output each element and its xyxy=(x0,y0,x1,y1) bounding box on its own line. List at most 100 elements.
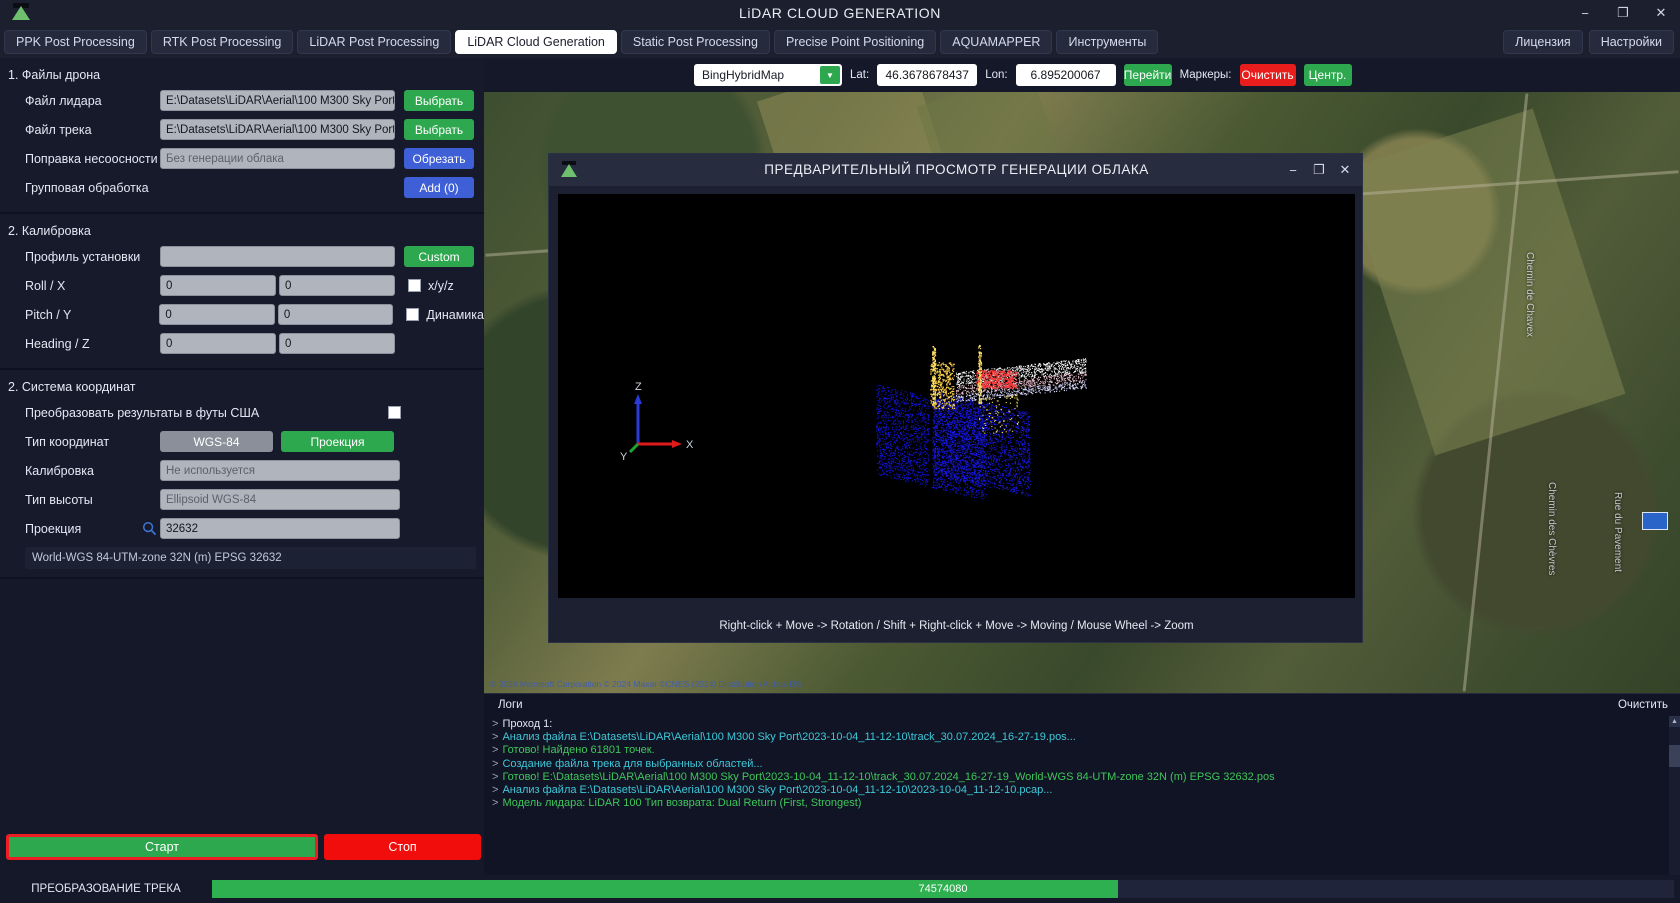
boresight-label: Поправка несоосности xyxy=(8,152,160,166)
license-button[interactable]: Лицензия xyxy=(1503,30,1583,54)
xyz-checkbox-label: x/y/z xyxy=(428,279,454,293)
pitch-y-input-a[interactable]: 0 xyxy=(159,304,275,325)
tab-lidar-post-processing[interactable]: LiDAR Post Processing xyxy=(297,30,451,54)
section-calibration: 2. Калибровка Профиль установки Custom R… xyxy=(0,214,484,370)
lidar-file-input[interactable]: E:\Datasets\LiDAR\Aerial\100 M300 Sky Po… xyxy=(160,90,395,111)
axis-gizmo: Z X Y xyxy=(620,381,694,463)
map-badge-icon[interactable] xyxy=(1642,512,1668,530)
window-controls: − ❐ ✕ xyxy=(1566,0,1680,26)
axis-y-label: Y xyxy=(620,451,628,463)
log-line: >Готово! Найдено 61801 точек. xyxy=(489,744,1680,757)
window-title: LiDAR CLOUD GENERATION xyxy=(0,0,1680,26)
logs-scrollbar[interactable]: ▲ xyxy=(1669,716,1680,876)
lat-input[interactable]: 46.3678678437 xyxy=(877,64,977,86)
log-bullet: > xyxy=(492,758,498,770)
chevron-up-icon[interactable]: ▲ xyxy=(1669,716,1680,727)
chevron-down-icon[interactable]: ▼ xyxy=(820,66,840,84)
install-profile-label: Профиль установки xyxy=(8,250,160,264)
heading-z-input-b[interactable]: 0 xyxy=(279,333,395,354)
log-bullet: > xyxy=(492,771,498,783)
start-button[interactable]: Старт xyxy=(6,834,318,860)
logs-clear-button[interactable]: Очистить xyxy=(1618,699,1668,711)
lidar-file-browse-button[interactable]: Выбрать xyxy=(404,90,474,111)
log-text: Проход 1: xyxy=(502,718,552,730)
roll-x-input-b[interactable]: 0 xyxy=(279,275,395,296)
height-type-input[interactable]: Ellipsoid WGS-84 xyxy=(160,489,400,510)
log-bullet: > xyxy=(492,784,498,796)
track-file-input[interactable]: E:\Datasets\LiDAR\Aerial\100 M300 Sky Po… xyxy=(160,119,395,140)
boresight-input[interactable]: Без генерации облака xyxy=(160,148,395,169)
tab-static-post-processing[interactable]: Static Post Processing xyxy=(621,30,770,54)
row-coord-type: Тип координат WGS-84 Проекция xyxy=(0,429,484,454)
dialog-minimize-icon[interactable]: − xyxy=(1280,157,1306,183)
street-label-3: Rue du Pavement xyxy=(1612,492,1623,572)
us-feet-checkbox[interactable] xyxy=(388,406,401,419)
maximize-icon[interactable]: ❐ xyxy=(1604,0,1642,26)
dialog-title: ПРЕДВАРИТЕЛЬНЫЙ ПРОСМОТР ГЕНЕРАЦИИ ОБЛАК… xyxy=(549,154,1364,186)
pitch-y-input-b[interactable]: 0 xyxy=(278,304,394,325)
log-line: >Проход 1: xyxy=(489,718,1680,731)
row-projection: Проекция 32632 xyxy=(0,516,484,541)
log-text: Готово! Найдено 61801 точек. xyxy=(502,744,654,756)
tab-lidar-cloud-generation[interactable]: LiDAR Cloud Generation xyxy=(455,30,617,54)
dialog-close-icon[interactable]: ✕ xyxy=(1332,157,1358,183)
heading-z-label: Heading / Z xyxy=(8,337,160,351)
point-cloud-viewport[interactable]: Z X Y xyxy=(558,194,1355,598)
left-settings-panel: 1. Файлы дрона Файл лидара E:\Datasets\L… xyxy=(0,58,484,903)
minimize-icon[interactable]: − xyxy=(1566,0,1604,26)
section-calibration-title: 2. Калибровка xyxy=(0,220,484,244)
settings-button[interactable]: Настройки xyxy=(1589,30,1674,54)
tab-bar-right-group: Лицензия Настройки xyxy=(1503,30,1674,54)
map-attribution: © 2024 Microsoft Corporation © 2024 Maxa… xyxy=(490,679,801,689)
action-buttons: Старт Стоп xyxy=(0,830,484,864)
install-profile-custom-button[interactable]: Custom xyxy=(404,246,474,267)
row-pitch-y: Pitch / Y 0 0 Динамика xyxy=(0,302,484,327)
title-bar: LiDAR CLOUD GENERATION − ❐ ✕ xyxy=(0,0,1680,26)
section-drone-files-title: 1. Файлы дрона xyxy=(0,64,484,88)
status-label: ПРЕОБРАЗОВАНИЕ ТРЕКА xyxy=(0,883,212,895)
tab-aquamapper[interactable]: AQUAMAPPER xyxy=(940,30,1052,54)
tab-ppk-post-processing[interactable]: PPK Post Processing xyxy=(4,30,147,54)
roll-x-input-a[interactable]: 0 xyxy=(160,275,276,296)
map-provider-select[interactable]: BingHybridMap ▼ xyxy=(694,64,842,86)
xyz-checkbox[interactable] xyxy=(408,279,421,292)
heading-z-input-a[interactable]: 0 xyxy=(160,333,276,354)
clear-markers-button[interactable]: Очистить xyxy=(1240,64,1296,86)
section-coordinate-system-title: 2. Система координат xyxy=(0,376,484,400)
dialog-maximize-icon[interactable]: ❐ xyxy=(1306,157,1332,183)
row-heading-z: Heading / Z 0 0 xyxy=(0,331,484,356)
log-text: Готово! E:\Datasets\LiDAR\Aerial\100 M30… xyxy=(502,771,1274,783)
status-bar: ПРЕОБРАЗОВАНИЕ ТРЕКА 74574080 xyxy=(0,875,1680,903)
row-roll-x: Roll / X 0 0 x/y/z xyxy=(0,273,484,298)
height-type-label: Тип высоты xyxy=(8,493,160,507)
close-icon[interactable]: ✕ xyxy=(1642,0,1680,26)
projection-input[interactable]: 32632 xyxy=(160,518,400,539)
log-bullet: > xyxy=(492,731,498,743)
lon-label: Lon: xyxy=(985,69,1007,81)
axis-x-label: X xyxy=(686,439,694,451)
center-map-button[interactable]: Центр. xyxy=(1304,64,1352,86)
tab-instruments[interactable]: Инструменты xyxy=(1056,30,1158,54)
log-text: Анализ файла E:\Datasets\LiDAR\Aerial\10… xyxy=(502,784,1052,796)
dialog-window-controls: − ❐ ✕ xyxy=(1280,154,1358,186)
tab-precise-point-positioning[interactable]: Precise Point Positioning xyxy=(774,30,936,54)
stop-button[interactable]: Стоп xyxy=(324,834,481,860)
tab-rtk-post-processing[interactable]: RTK Post Processing xyxy=(151,30,294,54)
tab-bar: PPK Post Processing RTK Post Processing … xyxy=(0,26,1680,58)
boresight-crop-button[interactable]: Обрезать xyxy=(404,148,474,169)
logs-header: Логи Очистить xyxy=(484,694,1680,716)
logs-scroll-thumb[interactable] xyxy=(1669,745,1680,767)
dynamic-checkbox[interactable] xyxy=(406,308,419,321)
lon-input[interactable]: 6.895200067 xyxy=(1016,64,1116,86)
batch-add-button[interactable]: Add (0) xyxy=(404,177,474,198)
goto-button[interactable]: Перейти xyxy=(1124,64,1172,86)
calibration-label: Калибровка xyxy=(8,464,160,478)
coord-type-projection-button[interactable]: Проекция xyxy=(281,431,394,452)
coord-type-wgs84-button[interactable]: WGS-84 xyxy=(160,431,273,452)
search-icon[interactable] xyxy=(138,521,160,536)
calibration-input[interactable]: Не используется xyxy=(160,460,400,481)
track-file-browse-button[interactable]: Выбрать xyxy=(404,119,474,140)
row-batch-processing: Групповая обработка Add (0) xyxy=(0,175,484,200)
install-profile-input[interactable] xyxy=(160,246,395,267)
log-text: Анализ файла E:\Datasets\LiDAR\Aerial\10… xyxy=(502,731,1075,743)
